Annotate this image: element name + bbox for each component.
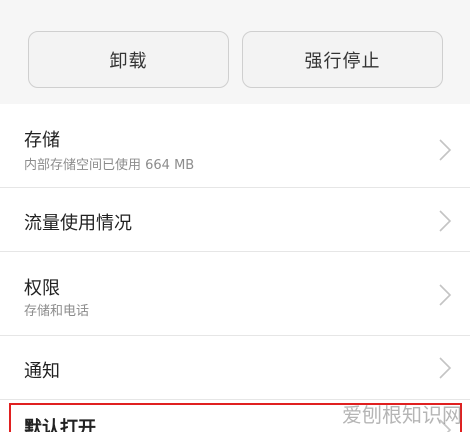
open-by-default-title: 默认打开	[24, 418, 96, 432]
action-button-bar: 卸载 强行停止	[0, 0, 470, 105]
force-stop-button[interactable]: 强行停止	[242, 31, 443, 88]
settings-row-notifications[interactable]: 通知	[0, 336, 470, 400]
permissions-subtitle: 存储和电话	[24, 304, 90, 319]
data-usage-title: 流量使用情况	[24, 213, 132, 234]
storage-subtitle: 内部存储空间已使用 664 MB	[24, 158, 195, 173]
watermark: 爱刨根知识网	[342, 402, 462, 427]
app-info-screen: 卸载 强行停止 存储 内部存储空间已使用 664 MB 流量使用情况 权限 存储…	[0, 0, 470, 432]
settings-row-storage[interactable]: 存储 内部存储空间已使用 664 MB	[0, 104, 470, 188]
chevron-right-icon	[439, 284, 452, 306]
chevron-right-icon	[439, 357, 452, 379]
notifications-title: 通知	[24, 361, 60, 382]
storage-title: 存储	[24, 130, 60, 151]
chevron-right-icon	[439, 210, 452, 232]
settings-row-permissions[interactable]: 权限 存储和电话	[0, 252, 470, 336]
uninstall-button[interactable]: 卸载	[28, 31, 229, 88]
settings-row-data-usage[interactable]: 流量使用情况	[0, 188, 470, 252]
permissions-title: 权限	[24, 278, 60, 299]
chevron-right-icon	[439, 139, 452, 161]
